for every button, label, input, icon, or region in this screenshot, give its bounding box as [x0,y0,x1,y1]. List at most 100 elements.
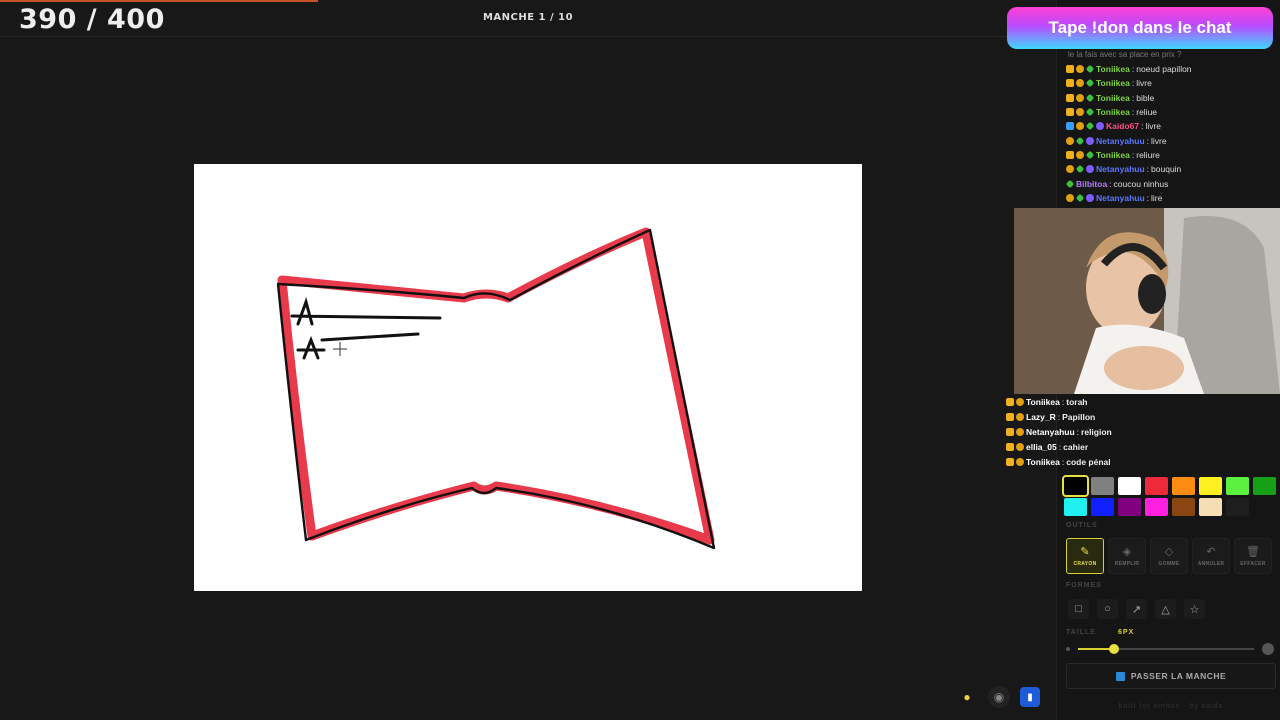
color-swatch[interactable] [1118,477,1141,495]
chat-message: Toniikea: reliure [1066,148,1276,162]
chat-text: livre [1136,78,1152,89]
chat-username[interactable]: Toniikea [1096,64,1130,74]
crown-badge-icon [1006,427,1014,436]
color-swatch[interactable] [1199,498,1222,516]
color-swatch[interactable] [1118,498,1141,516]
color-swatch[interactable] [1062,475,1089,497]
chat-message: Bilbitoa: coucou ninhus [1065,176,1276,190]
crown-badge-icon [1006,397,1014,406]
donation-banner: Tape !don dans le chat [1007,7,1273,49]
overlay-username[interactable]: Toniikea [1026,397,1060,407]
crown-badge-icon [1066,65,1074,74]
gold-badge-icon [1066,165,1074,174]
gold-badge-icon [1076,93,1084,102]
chat-separator: : [1131,64,1135,75]
color-swatch[interactable] [1199,477,1222,495]
chat-text: lire [1151,192,1163,203]
gold-badge-icon [1076,79,1084,88]
color-swatch[interactable] [1226,498,1249,516]
overlay-username[interactable]: ellia_05 [1026,442,1057,452]
chat-message: Toniikea: bible [1066,91,1276,105]
color-swatch[interactable] [1091,477,1114,495]
overlay-username[interactable]: Toniikea [1026,457,1060,467]
color-swatch[interactable] [1091,498,1114,516]
purple-badge-icon [1086,165,1094,174]
overlay-username[interactable]: Netanyahuu [1026,427,1075,437]
crown-badge-icon [1006,457,1014,466]
chat-text: coucou ninhus [1113,178,1169,189]
crown-badge-icon [1066,108,1074,117]
blue-badge-icon [1066,122,1074,131]
green-badge-icon [1085,107,1095,117]
bottom-icon-bar: ● ◉ ▮ [956,686,1040,708]
rectangle-shape-button[interactable]: □ [1068,599,1089,619]
overlay-username[interactable]: Lazy_R [1026,412,1056,422]
chat-username[interactable]: Bilbitoa [1076,179,1107,189]
overlay-separator: : [1061,456,1065,467]
chat-username[interactable]: Toniikea [1096,150,1130,160]
color-swatch[interactable] [1172,477,1195,495]
color-swatch[interactable] [1145,498,1168,516]
lightbulb-icon[interactable]: ● [956,686,978,708]
chat-username[interactable]: Toniikea [1096,107,1130,117]
gomme-icon: ◇ [1164,546,1174,558]
chat-separator: : [1146,192,1150,203]
green-badge-icon [1085,150,1095,160]
chat-text: reliure [1136,149,1160,160]
color-swatch[interactable] [1064,498,1087,516]
gomme-label: GOMME [1158,561,1180,567]
chat-username[interactable]: Toniikea [1096,93,1130,103]
chat-message: Kaido67: livre [1066,119,1276,133]
effacer-icon: 🗑 [1246,546,1260,558]
gold-badge-icon [1066,136,1074,145]
chat-username[interactable]: Netanyahuu [1096,164,1145,174]
size-max-dot [1262,643,1274,655]
chat-separator: : [1131,92,1135,103]
slider-knob[interactable] [1108,644,1119,654]
green-badge-icon [1065,179,1075,188]
crayon-tool-button[interactable]: ✎ CRAYON [1066,538,1104,574]
overlay-message: Lazy_R: Papillon [1006,409,1276,424]
square-icon[interactable]: ▮ [1020,687,1040,707]
progress-line [0,0,318,2]
eye-icon[interactable]: ◉ [988,686,1010,708]
color-swatch[interactable] [1253,477,1276,495]
chat-message: Toniikea: livre [1066,76,1276,90]
green-badge-icon [1075,164,1085,174]
chat-username[interactable]: Toniikea [1096,78,1130,88]
crown-badge-icon [1006,442,1014,451]
size-slider[interactable] [1066,643,1274,655]
ellipse-shape-button[interactable]: ○ [1097,599,1118,619]
skip-round-button[interactable]: PASSER LA MANCHE [1066,663,1276,689]
annuler-tool-button[interactable]: ↶ ANNULER [1192,538,1230,574]
overlay-message: ellia_05: cahier [1006,439,1276,454]
gold-badge-icon [1076,65,1084,74]
drawing-canvas[interactable] [194,164,862,591]
gold-badge-icon [1016,427,1024,436]
tools-label: OUTILS [1066,522,1098,529]
size-value: 6PX [1118,629,1135,636]
crayon-label: CRAYON [1073,561,1097,567]
arrow-shape-button[interactable]: ↗ [1126,599,1147,619]
purple-badge-icon [1086,136,1094,145]
remplir-tool-button[interactable]: ◈ REMPLIR [1108,538,1146,574]
overlay-message: Netanyahuu: religion [1006,424,1276,439]
triangle-shape-button[interactable]: △ [1155,599,1176,619]
effacer-tool-button[interactable]: 🗑 EFFACER [1234,538,1272,574]
star-shape-button[interactable]: ☆ [1184,599,1205,619]
color-swatch[interactable] [1172,498,1195,516]
annuler-label: ANNULER [1197,561,1225,567]
green-badge-icon [1085,122,1095,131]
annuler-icon: ↶ [1206,546,1216,558]
crown-badge-icon [1066,79,1074,88]
chat-username[interactable]: Netanyahuu [1096,193,1145,203]
color-swatch[interactable] [1145,477,1168,495]
chat-message: Toniikea: noeud papillon [1066,62,1276,76]
overlay-text: torah [1066,396,1088,407]
gomme-tool-button[interactable]: ◇ GOMME [1150,538,1188,574]
chat-username[interactable]: Kaido67 [1106,121,1139,131]
chat-separator: : [1131,78,1135,89]
purple-badge-icon [1096,122,1104,131]
color-swatch[interactable] [1226,477,1249,495]
chat-username[interactable]: Netanyahuu [1096,136,1145,146]
